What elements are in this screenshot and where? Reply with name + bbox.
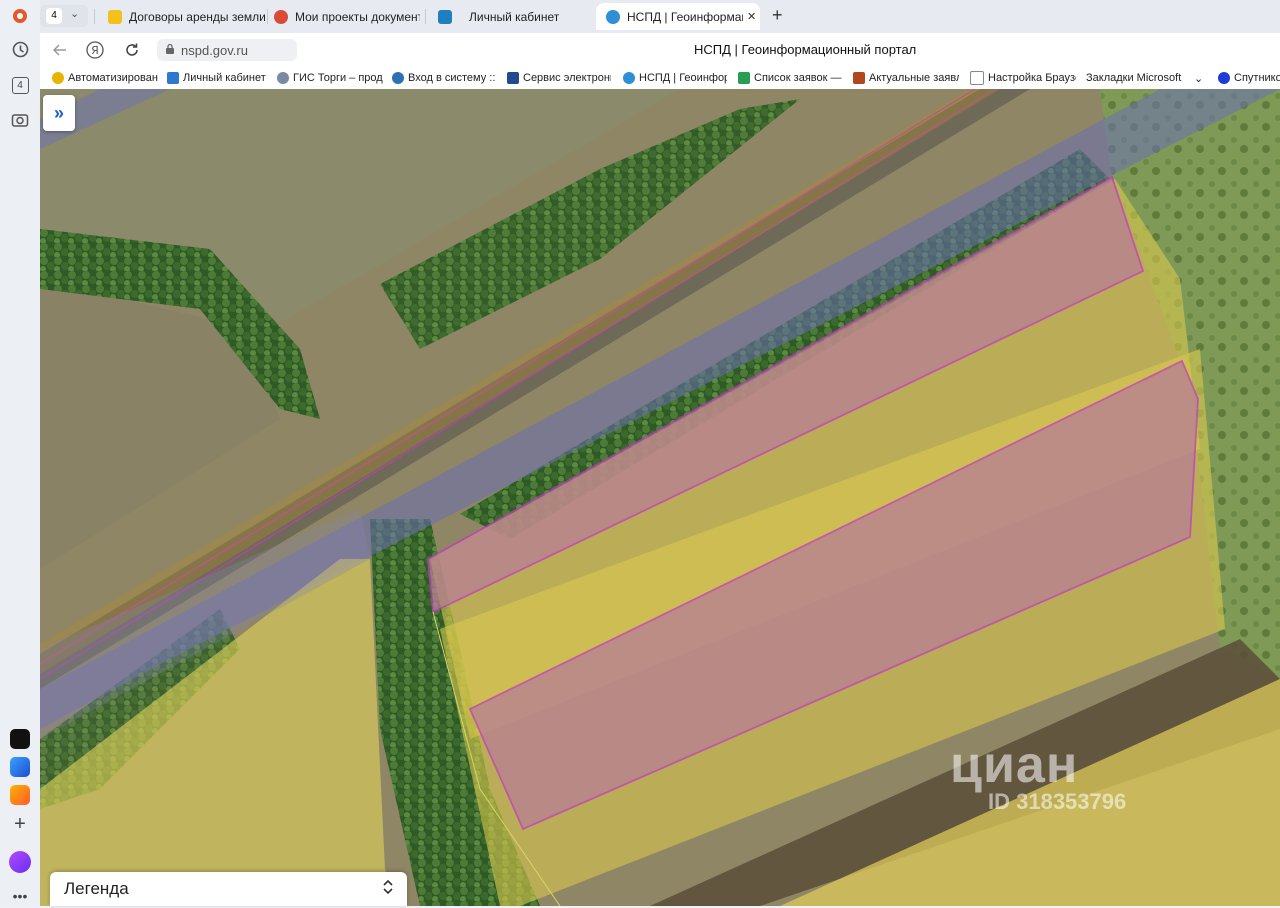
- bookmark-favicon-icon: [970, 71, 984, 85]
- bookmark-item[interactable]: Спутнико: [1218, 70, 1280, 86]
- tab-label: Личный кабинет: [469, 9, 560, 24]
- bookmark-favicon-icon: [623, 72, 635, 84]
- add-app-icon[interactable]: +: [8, 812, 32, 836]
- bookmark-item[interactable]: ГИС Торги – прод: [277, 70, 383, 86]
- smiley-yellow-icon: [108, 9, 122, 24]
- yandex-logo-icon[interactable]: Я: [85, 41, 105, 59]
- gosuslugi-icon: [274, 9, 288, 24]
- tab-group-switcher[interactable]: 4 ⌄: [40, 5, 88, 27]
- tab-nspd[interactable]: НСПД | Геоинформаци ✕: [596, 3, 760, 30]
- bookmark-item[interactable]: Актуальные заявл: [853, 70, 959, 86]
- address-bar-row: Я nspd.gov.ru НСПД | Геоинформационный п…: [40, 33, 1280, 67]
- bookmark-item[interactable]: Автоматизирован: [52, 70, 158, 86]
- bookmark-favicon-icon: [277, 72, 289, 84]
- bookmark-label: Личный кабинет: [183, 72, 266, 84]
- bookmark-favicon-icon: [392, 72, 404, 84]
- chevron-down-icon[interactable]: ⌄: [1194, 70, 1206, 86]
- legend-title: Легенда: [64, 879, 129, 898]
- cabinet-icon: [438, 9, 452, 24]
- bookmark-favicon-icon: [52, 72, 64, 84]
- bookmark-label: Спутнико: [1234, 72, 1280, 84]
- tab-separator: [267, 9, 268, 24]
- tab-label: Договоры аренды земли: [129, 9, 266, 24]
- bookmark-label: Закладки Microsoft: [1086, 72, 1182, 84]
- bookmark-label: Автоматизирован: [68, 72, 158, 84]
- watermark: циан ID 318353796: [950, 735, 1126, 815]
- bookmark-label: НСПД | Геоинфор: [639, 72, 727, 84]
- svg-text:Я: Я: [91, 44, 99, 57]
- tab-separator: [94, 9, 95, 24]
- bookmark-label: Сервис электронн: [523, 72, 611, 84]
- alice-assistant-icon[interactable]: [8, 850, 32, 874]
- bookmark-item[interactable]: Сервис электронн: [507, 70, 611, 86]
- tab-land-lease[interactable]: Договоры аренды земли: [108, 3, 266, 30]
- page-title: НСПД | Геоинформационный портал: [694, 42, 917, 57]
- bookmark-favicon-icon: [507, 72, 519, 84]
- bookmark-label: ГИС Торги – прод: [293, 72, 383, 84]
- bookmark-item[interactable]: Личный кабинет: [167, 70, 272, 86]
- tab-strip: 4 ⌄ Договоры аренды земли Мои проекты до…: [40, 0, 1280, 33]
- bookmark-label: Актуальные заявл: [869, 72, 959, 84]
- url-field[interactable]: nspd.gov.ru: [157, 39, 297, 61]
- bookmark-folder[interactable]: Закладки Microsoft: [1086, 70, 1184, 86]
- watermark-brand: циан: [950, 736, 1079, 794]
- bookmark-item[interactable]: Список заявок —: [738, 70, 842, 86]
- bookmarks-bar: Автоматизирован Личный кабинет ГИС Торги…: [40, 67, 1280, 90]
- nspd-icon: [606, 9, 620, 24]
- screenshot-icon[interactable]: [8, 108, 32, 132]
- bookmark-label: Список заявок —: [754, 72, 842, 84]
- bookmark-label: Вход в систему ::: [408, 72, 496, 84]
- app-messenger-icon[interactable]: [8, 755, 32, 779]
- tab-my-projects[interactable]: Мои проекты документо: [274, 3, 420, 30]
- bookmark-item[interactable]: Настройка Браузе: [970, 70, 1076, 86]
- close-tab-icon[interactable]: ✕: [747, 10, 756, 23]
- expand-collapse-icon[interactable]: [383, 879, 393, 898]
- bookmark-label: Настройка Браузе: [988, 72, 1076, 84]
- lock-icon: [165, 43, 175, 58]
- tab-personal-cabinet[interactable]: Личный кабинет: [438, 3, 588, 30]
- browser-sidebar: 4 + •••: [0, 0, 40, 906]
- watermark-id: ID 318353796: [988, 789, 1127, 814]
- browser-logo-icon[interactable]: [8, 4, 32, 28]
- legend-panel[interactable]: Легенда: [50, 872, 407, 906]
- reload-icon[interactable]: [122, 41, 142, 59]
- bookmark-item[interactable]: Вход в систему ::: [392, 70, 496, 86]
- bookmark-favicon-icon: [167, 72, 179, 84]
- tab-label: Мои проекты документо: [295, 9, 420, 24]
- tab-separator: [425, 9, 426, 24]
- new-tab-button[interactable]: +: [772, 5, 783, 26]
- tabs-count-icon[interactable]: 4: [8, 73, 32, 97]
- bookmark-favicon-icon: [1218, 72, 1230, 84]
- expand-panel-button[interactable]: »: [43, 95, 75, 131]
- bookmark-favicon-icon: [738, 72, 750, 84]
- app-camera-icon[interactable]: [8, 727, 32, 751]
- history-clock-icon[interactable]: [8, 37, 32, 61]
- tab-count-badge: 4: [46, 8, 62, 24]
- sidebar-tab-badge: 4: [11, 76, 29, 94]
- back-arrow-icon[interactable]: [50, 41, 70, 59]
- tab-label: НСПД | Геоинформаци: [627, 9, 743, 24]
- url-text: nspd.gov.ru: [181, 42, 248, 58]
- app-mail-icon[interactable]: [8, 783, 32, 807]
- more-dots-icon[interactable]: •••: [8, 884, 32, 908]
- bookmark-item[interactable]: НСПД | Геоинфор: [623, 70, 727, 86]
- bookmark-favicon-icon: [853, 72, 865, 84]
- chevron-down-icon: ⌄: [70, 8, 80, 20]
